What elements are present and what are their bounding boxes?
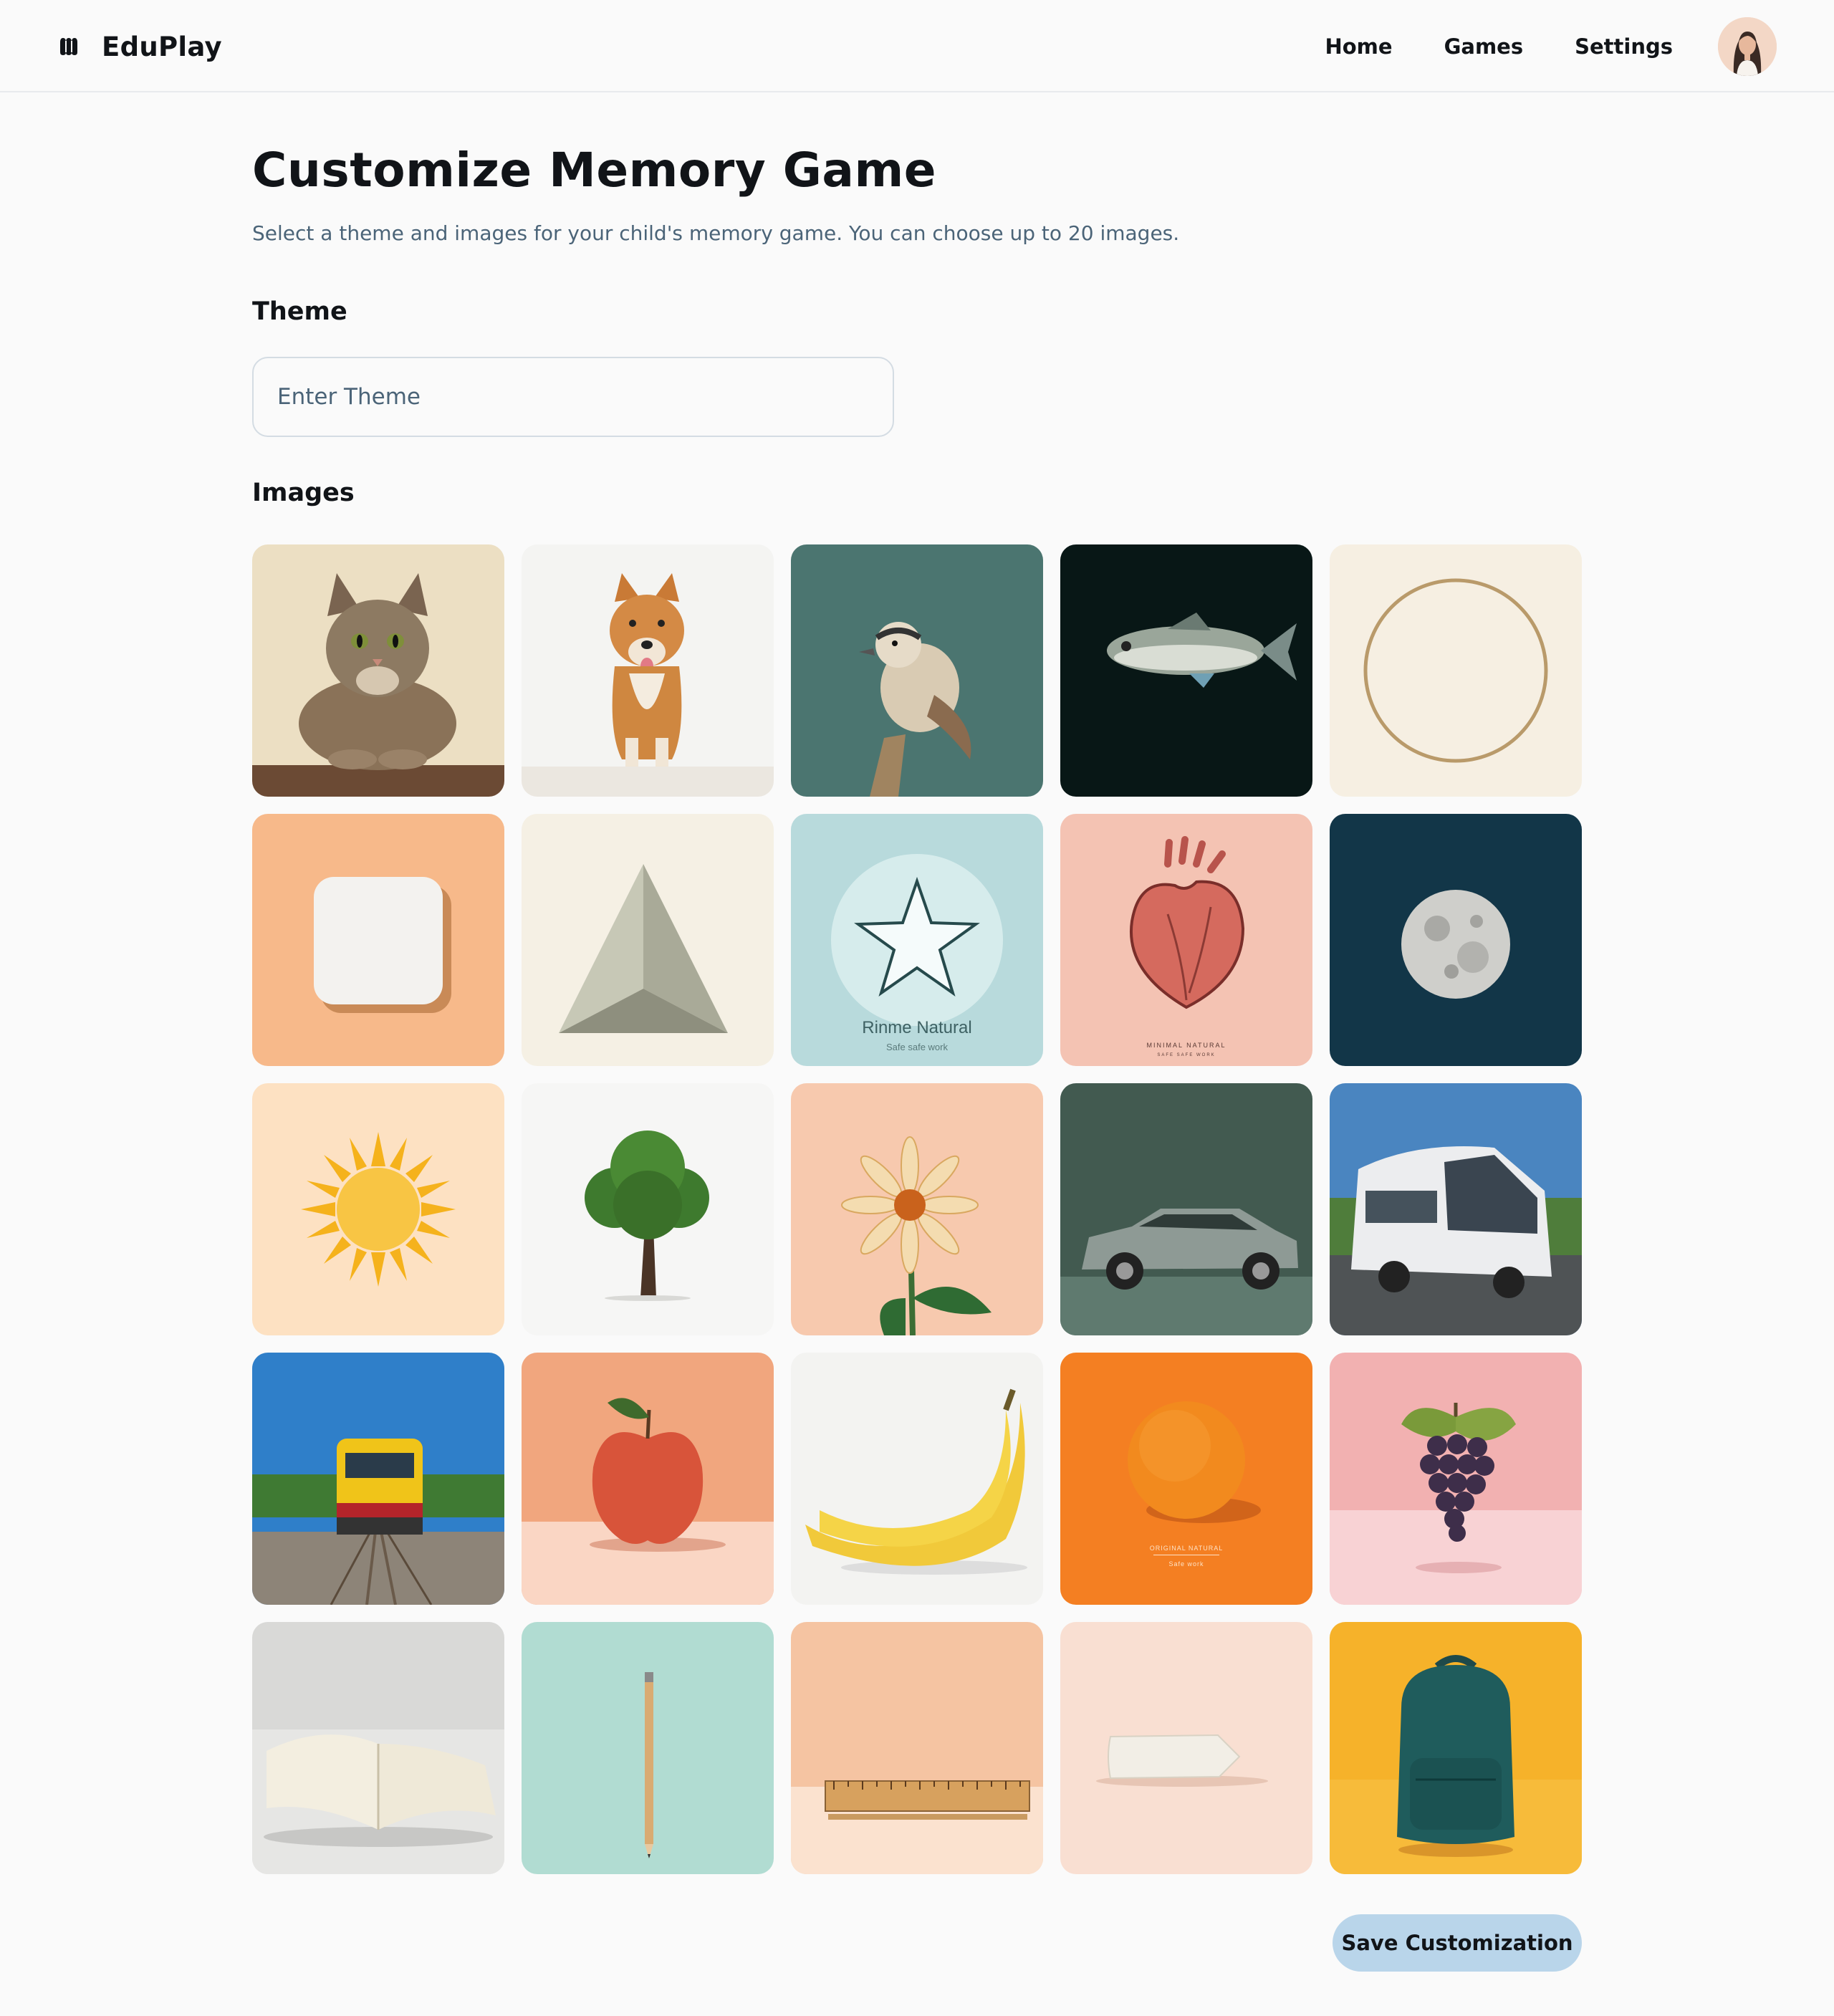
moon-icon — [1330, 814, 1582, 1066]
car-icon — [1060, 1083, 1312, 1335]
image-tile-square[interactable] — [252, 814, 504, 1066]
image-tile-sun[interactable] — [252, 1083, 504, 1335]
circle-icon — [1330, 544, 1582, 797]
tree-icon — [522, 1083, 774, 1335]
image-tile-star[interactable]: Rinme Natural Safe safe work — [791, 814, 1043, 1066]
sun-icon — [252, 1083, 504, 1335]
cat-icon — [252, 544, 504, 797]
theme-heading: Theme — [252, 297, 347, 326]
apple-icon — [522, 1353, 774, 1605]
flower-icon — [791, 1083, 1043, 1335]
backpack-icon — [1330, 1622, 1582, 1874]
user-avatar[interactable] — [1718, 17, 1777, 76]
image-tile-pencil[interactable] — [522, 1622, 774, 1874]
brand[interactable]: EduPlay — [57, 26, 222, 67]
square-icon — [252, 814, 504, 1066]
page-subtitle: Select a theme and images for your child… — [252, 221, 1180, 245]
image-tile-tree[interactable] — [522, 1083, 774, 1335]
image-tile-bus[interactable] — [1330, 1083, 1582, 1335]
nav-games-link[interactable]: Games — [1444, 34, 1524, 59]
heart-caption: MINIMAL NATURAL — [1146, 1042, 1226, 1049]
save-customization-button[interactable]: Save Customization — [1333, 1914, 1582, 1972]
image-tile-orange[interactable]: ORIGINAL NATURAL Safe work — [1060, 1353, 1312, 1605]
app-name: EduPlay — [102, 31, 222, 62]
bird-icon — [791, 544, 1043, 797]
page-title: Customize Memory Game — [252, 143, 936, 198]
image-tile-eraser[interactable] — [1060, 1622, 1312, 1874]
heart-subcaption: SAFE SAFE WORK — [1157, 1053, 1215, 1057]
orange-caption: ORIGINAL NATURAL — [1150, 1545, 1224, 1552]
ruler-icon — [791, 1622, 1043, 1874]
image-tile-apple[interactable] — [522, 1353, 774, 1605]
image-tile-ruler[interactable] — [791, 1622, 1043, 1874]
orange-icon: ORIGINAL NATURAL Safe work — [1060, 1353, 1312, 1605]
dog-icon — [522, 544, 774, 797]
theme-input[interactable] — [252, 357, 894, 437]
image-tile-cat[interactable] — [252, 544, 504, 797]
image-tile-heart[interactable]: MINIMAL NATURAL SAFE SAFE WORK — [1060, 814, 1312, 1066]
grapes-icon — [1330, 1353, 1582, 1605]
image-tile-triangle[interactable] — [522, 814, 774, 1066]
eduplay-logo-icon — [60, 38, 77, 55]
image-tile-fish[interactable] — [1060, 544, 1312, 797]
image-tile-moon[interactable] — [1330, 814, 1582, 1066]
book-icon — [252, 1622, 504, 1874]
image-grid: Rinme Natural Safe safe work MINIMAL NAT… — [252, 544, 1582, 1874]
main-nav: Home Games Settings — [1325, 27, 1673, 66]
image-tile-bird[interactable] — [791, 544, 1043, 797]
image-tile-dog[interactable] — [522, 544, 774, 797]
bus-icon — [1330, 1083, 1582, 1335]
heart-icon: MINIMAL NATURAL SAFE SAFE WORK — [1060, 814, 1312, 1066]
banana-icon — [791, 1353, 1043, 1605]
nav-settings-link[interactable]: Settings — [1575, 34, 1673, 59]
nav-home-link[interactable]: Home — [1325, 34, 1392, 59]
train-icon — [252, 1353, 504, 1605]
orange-subcaption: Safe work — [1168, 1560, 1204, 1568]
image-tile-grapes[interactable] — [1330, 1353, 1582, 1605]
images-heading: Images — [252, 479, 355, 507]
top-navigation-bar: EduPlay Home Games Settings — [0, 0, 1834, 92]
eraser-icon — [1060, 1622, 1312, 1874]
user-portrait-icon — [1718, 17, 1777, 76]
pencil-icon — [522, 1622, 774, 1874]
image-tile-backpack[interactable] — [1330, 1622, 1582, 1874]
image-tile-flower[interactable] — [791, 1083, 1043, 1335]
image-tile-banana[interactable] — [791, 1353, 1043, 1605]
star-caption: Rinme Natural — [862, 1018, 971, 1037]
fish-icon — [1060, 544, 1312, 797]
image-tile-book[interactable] — [252, 1622, 504, 1874]
triangle-icon — [522, 814, 774, 1066]
image-tile-train[interactable] — [252, 1353, 504, 1605]
image-tile-circle[interactable] — [1330, 544, 1582, 797]
star-icon: Rinme Natural Safe safe work — [791, 814, 1043, 1066]
image-tile-car[interactable] — [1060, 1083, 1312, 1335]
star-subcaption: Safe safe work — [886, 1042, 948, 1052]
